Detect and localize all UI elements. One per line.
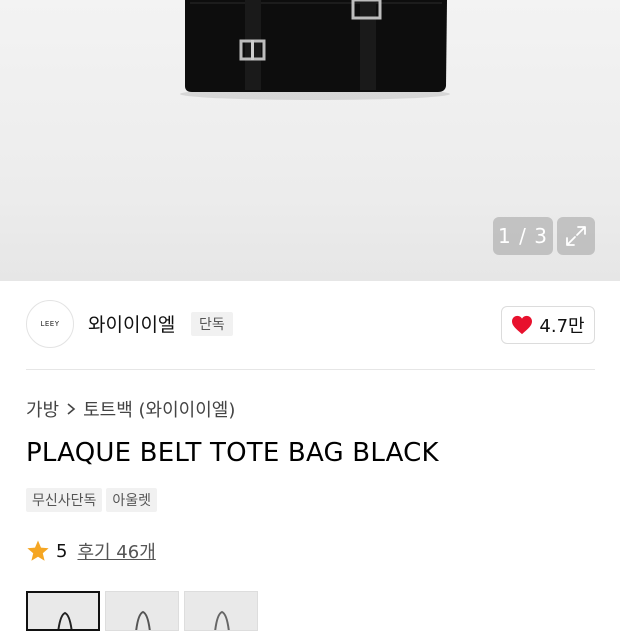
expand-icon bbox=[566, 226, 586, 246]
expand-button[interactable] bbox=[557, 217, 595, 255]
rating-value: 5 bbox=[56, 540, 68, 562]
tag-musinsa-exclusive: 무신사단독 bbox=[26, 488, 103, 512]
review-link[interactable]: 후기 46개 bbox=[77, 538, 155, 564]
store-row: LEEY 와이이이엘 단독 4.7만 bbox=[0, 281, 620, 369]
heart-icon bbox=[512, 315, 533, 335]
thumbnail-strip bbox=[26, 591, 258, 631]
store-logo[interactable]: LEEY bbox=[26, 300, 74, 348]
like-button[interactable]: 4.7만 bbox=[501, 306, 595, 344]
store-logo-text: LEEY bbox=[40, 320, 60, 328]
image-counter: 1 / 3 bbox=[493, 217, 553, 255]
breadcrumb: 가방 토트백 (와이이이엘) bbox=[26, 396, 235, 422]
thumbnail-bag-image bbox=[135, 610, 151, 630]
product-title: PLAQUE BELT TOTE BAG BLACK bbox=[26, 438, 439, 468]
tag-outlet: 아울렛 bbox=[106, 488, 158, 512]
star-icon bbox=[27, 540, 49, 561]
thumbnail-3[interactable] bbox=[184, 591, 258, 631]
thumbnail-bag-image bbox=[57, 611, 73, 629]
rating-row: 5 후기 46개 bbox=[26, 538, 156, 564]
breadcrumb-category[interactable]: 가방 bbox=[26, 396, 59, 422]
product-tags: 무신사단독 아울렛 bbox=[26, 488, 158, 512]
thumbnail-2[interactable] bbox=[105, 591, 179, 631]
product-image-gallery[interactable]: 1 / 3 bbox=[0, 0, 620, 281]
thumbnail-1[interactable] bbox=[26, 591, 100, 631]
store-name[interactable]: 와이이이엘 bbox=[88, 310, 175, 337]
breadcrumb-subcategory[interactable]: 토트백 (와이이이엘) bbox=[83, 396, 235, 422]
divider bbox=[26, 369, 595, 370]
like-count: 4.7만 bbox=[539, 316, 585, 337]
thumbnail-bag-image bbox=[214, 610, 230, 630]
exclusive-badge: 단독 bbox=[191, 312, 233, 336]
chevron-right-icon bbox=[67, 403, 76, 415]
